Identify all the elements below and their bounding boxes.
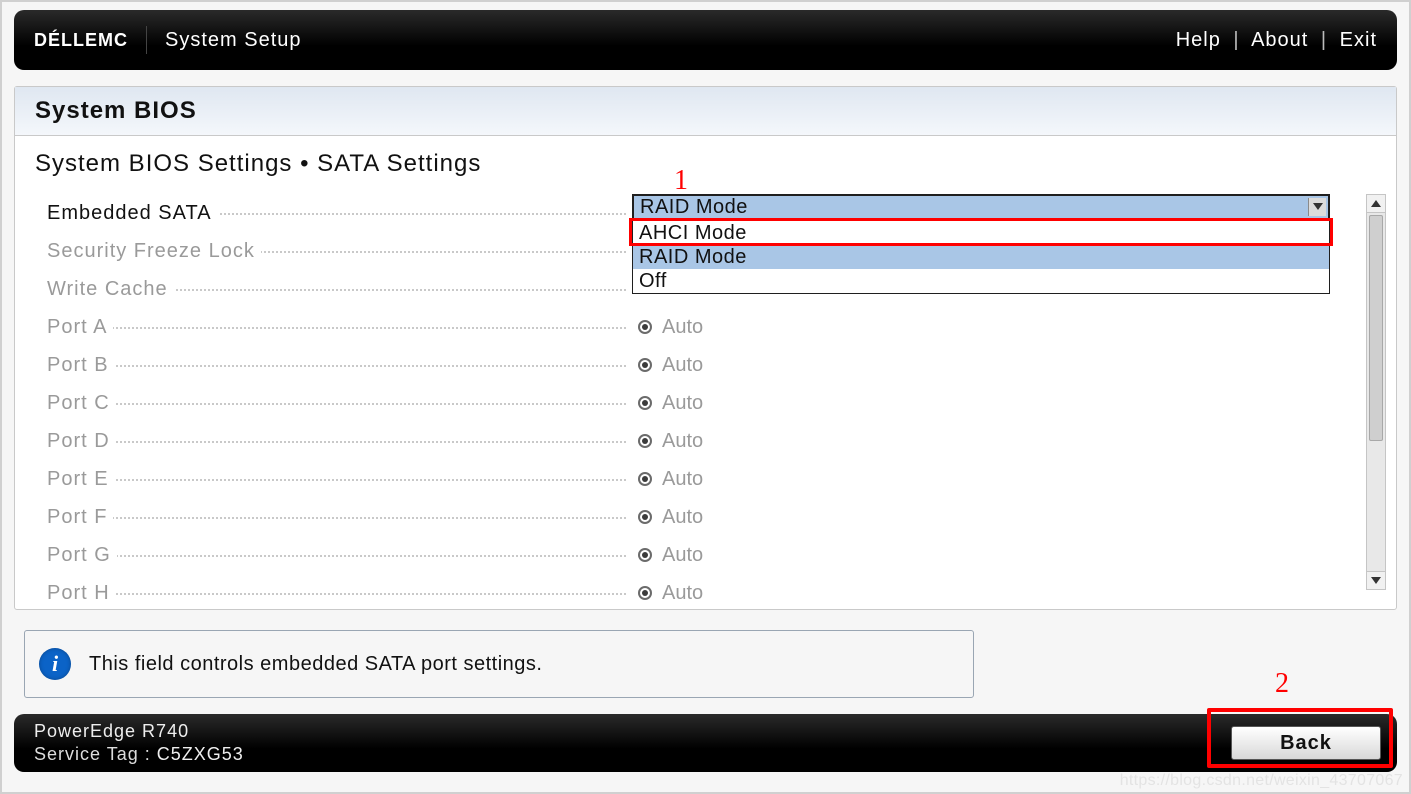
info-box: i This field controls embedded SATA port… bbox=[24, 630, 974, 698]
radio-selected-icon bbox=[638, 510, 652, 524]
radio-selected-icon bbox=[638, 472, 652, 486]
service-tag-value: C5ZXG53 bbox=[157, 744, 244, 764]
separator: | bbox=[1233, 29, 1239, 51]
back-button[interactable]: Back bbox=[1231, 726, 1381, 760]
dropdown-option-raid[interactable]: RAID Mode bbox=[633, 245, 1329, 269]
breadcrumb: System BIOS Settings • SATA Settings bbox=[15, 136, 1396, 182]
chevron-up-icon bbox=[1371, 200, 1381, 208]
scrollbar[interactable] bbox=[1366, 194, 1386, 590]
device-model: PowerEdge R740 bbox=[34, 720, 244, 743]
topbar: DÉLLEMC System Setup Help | About | Exit bbox=[14, 10, 1397, 70]
dropdown-selected[interactable]: RAID Mode bbox=[632, 194, 1330, 220]
port-e-value[interactable]: Auto bbox=[662, 468, 703, 491]
info-text: This field controls embedded SATA port s… bbox=[89, 653, 542, 676]
radio-selected-icon bbox=[638, 396, 652, 410]
radio-selected-icon bbox=[638, 548, 652, 562]
dropdown-option-off[interactable]: Off bbox=[633, 269, 1329, 293]
help-link[interactable]: Help bbox=[1176, 29, 1221, 51]
info-icon: i bbox=[39, 648, 71, 680]
card-title: System BIOS bbox=[15, 87, 1396, 136]
dropdown-selected-value: RAID Mode bbox=[640, 196, 748, 219]
port-a-label: Port A bbox=[47, 316, 113, 339]
embedded-sata-dropdown[interactable]: RAID Mode AHCI Mode RAID Mode Off bbox=[632, 194, 1330, 294]
port-b-label: Port B bbox=[47, 354, 115, 377]
dropdown-list: AHCI Mode RAID Mode Off bbox=[632, 220, 1330, 294]
dropdown-option-ahci[interactable]: AHCI Mode bbox=[633, 221, 1329, 245]
port-c-value[interactable]: Auto bbox=[662, 392, 703, 415]
port-d-value[interactable]: Auto bbox=[662, 430, 703, 453]
radio-selected-icon bbox=[638, 586, 652, 600]
setting-row-port-f: Port F Auto bbox=[47, 498, 1360, 536]
brand-logo: DÉLLEMC bbox=[34, 30, 128, 51]
exit-link[interactable]: Exit bbox=[1340, 29, 1377, 51]
port-c-label: Port C bbox=[47, 392, 116, 415]
port-f-value[interactable]: Auto bbox=[662, 506, 703, 529]
port-d-label: Port D bbox=[47, 430, 116, 453]
port-h-label: Port H bbox=[47, 582, 116, 605]
scrollbar-down-button[interactable] bbox=[1367, 571, 1385, 589]
separator: | bbox=[1321, 29, 1327, 51]
port-f-label: Port F bbox=[47, 506, 113, 529]
device-info: PowerEdge R740 Service Tag : C5ZXG53 bbox=[34, 720, 244, 767]
radio-selected-icon bbox=[638, 320, 652, 334]
port-h-value[interactable]: Auto bbox=[662, 582, 703, 605]
security-freeze-lock-label: Security Freeze Lock bbox=[47, 240, 261, 263]
setting-row-port-e: Port E Auto bbox=[47, 460, 1360, 498]
port-e-label: Port E bbox=[47, 468, 115, 491]
setting-row-port-b: Port B Auto bbox=[47, 346, 1360, 384]
topbar-title: System Setup bbox=[165, 29, 302, 52]
about-link[interactable]: About bbox=[1251, 29, 1308, 51]
chevron-down-icon[interactable] bbox=[1308, 198, 1326, 216]
write-cache-label: Write Cache bbox=[47, 278, 174, 301]
setting-row-port-d: Port D Auto bbox=[47, 422, 1360, 460]
brand-divider bbox=[146, 26, 147, 54]
embedded-sata-label: Embedded SATA bbox=[47, 202, 218, 225]
watermark: https://blog.csdn.net/weixin_43707067 bbox=[1120, 772, 1403, 790]
port-b-value[interactable]: Auto bbox=[662, 354, 703, 377]
annotation-number-2: 2 bbox=[1275, 668, 1289, 700]
setting-row-port-c: Port C Auto bbox=[47, 384, 1360, 422]
port-a-value[interactable]: Auto bbox=[662, 316, 703, 339]
service-tag-label: Service Tag : bbox=[34, 744, 151, 764]
content-card: System BIOS System BIOS Settings • SATA … bbox=[14, 86, 1397, 610]
setting-row-port-h: Port H Auto bbox=[47, 574, 1360, 612]
topbar-links: Help | About | Exit bbox=[1176, 29, 1377, 52]
port-g-value[interactable]: Auto bbox=[662, 544, 703, 567]
scrollbar-thumb[interactable] bbox=[1369, 215, 1383, 441]
bottombar: PowerEdge R740 Service Tag : C5ZXG53 Bac… bbox=[14, 714, 1397, 772]
radio-selected-icon bbox=[638, 434, 652, 448]
chevron-down-icon bbox=[1371, 577, 1381, 585]
bios-setup-window: DÉLLEMC System Setup Help | About | Exit… bbox=[0, 0, 1411, 794]
scrollbar-up-button[interactable] bbox=[1367, 195, 1385, 213]
port-g-label: Port G bbox=[47, 544, 117, 567]
setting-row-port-g: Port G Auto bbox=[47, 536, 1360, 574]
settings-area: Embedded SATA Security Freeze Lock Write… bbox=[15, 182, 1396, 602]
setting-row-port-a: Port A Auto bbox=[47, 308, 1360, 346]
radio-selected-icon bbox=[638, 358, 652, 372]
